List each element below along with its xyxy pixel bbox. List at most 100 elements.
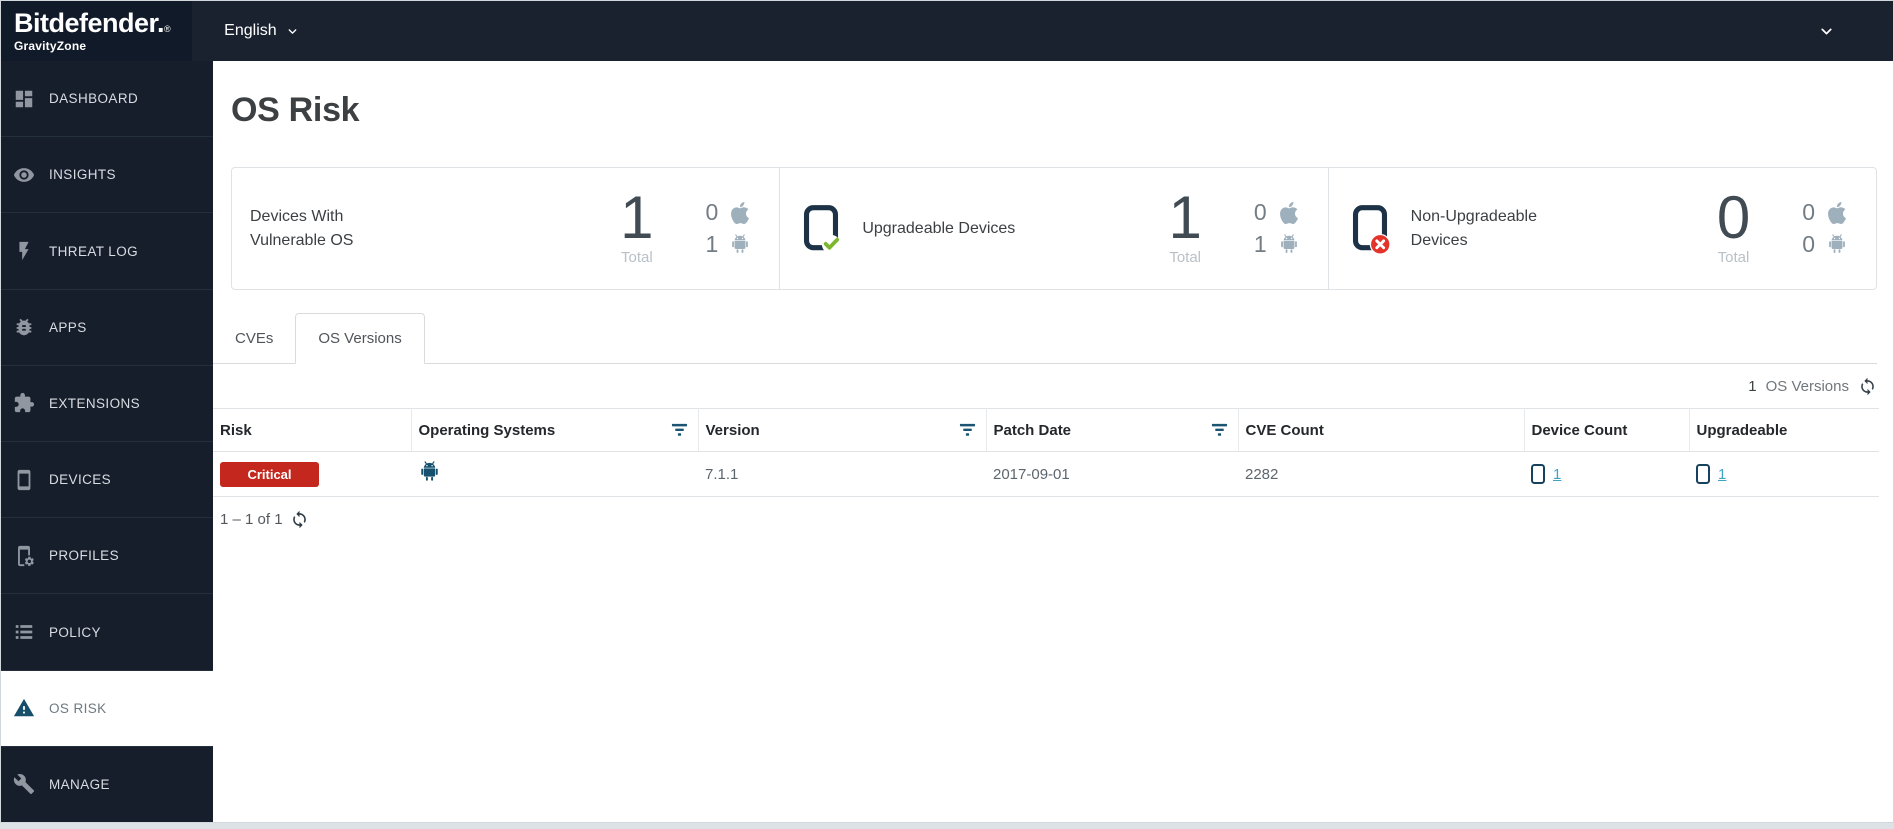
table-row[interactable]: Critical 7.1.1 2017-09-01 2282 1 1: [213, 451, 1879, 497]
sidebar-item-label: EXTENSIONS: [49, 395, 141, 411]
tablet-check-icon: [798, 201, 844, 257]
os-versions-table: Risk Operating Systems Version Patch Dat…: [213, 408, 1879, 497]
android-icon: [729, 233, 751, 256]
android-icon: [418, 460, 442, 485]
sidebar-item-policy[interactable]: POLICY: [1, 593, 213, 669]
pagination-range: 1 – 1 of 1: [220, 511, 283, 528]
sidebar-item-insights[interactable]: INSIGHTS: [1, 136, 213, 212]
apple-icon: [1826, 201, 1848, 224]
upgradeable-count-link[interactable]: 1: [1718, 466, 1726, 483]
total-label: Total: [1717, 249, 1750, 266]
column-header-upgradeable: Upgradeable: [1689, 408, 1879, 452]
card-label: Upgradeable Devices: [862, 219, 1016, 237]
apple-count: 0: [1253, 199, 1267, 225]
sidebar-item-extensions[interactable]: EXTENSIONS: [1, 364, 213, 441]
sidebar-item-label: MANAGE: [49, 776, 110, 792]
tablet-x-icon: [1347, 201, 1393, 257]
table-header-row: Risk Operating Systems Version Patch Dat…: [213, 408, 1879, 452]
total-count: 1: [1168, 184, 1202, 251]
apple-count: 0: [1802, 199, 1815, 225]
total-label: Total: [1169, 249, 1202, 266]
filter-icon[interactable]: [959, 423, 976, 437]
cell-version: 7.1.1: [698, 451, 986, 497]
cell-cve-count: 2282: [1238, 451, 1524, 497]
page-title: OS Risk: [231, 91, 360, 129]
list-icon: [12, 620, 36, 644]
column-header-version: Version: [698, 408, 987, 452]
sidebar-item-manage[interactable]: MANAGE: [1, 745, 213, 822]
wrench-icon: [12, 772, 36, 796]
tablet-gear-icon: [12, 544, 36, 568]
risk-badge: Critical: [220, 461, 319, 487]
os-versions-label: OS Versions: [1765, 378, 1849, 395]
tab-cves[interactable]: CVEs: [213, 313, 295, 363]
registered-mark: ®: [164, 23, 171, 34]
sidebar-item-os-risk[interactable]: OS RISK: [1, 669, 213, 746]
puzzle-icon: [12, 391, 36, 415]
app-window: Bitdefender.® GravityZone English DASHBO…: [0, 0, 1894, 823]
dashboard-icon: [12, 87, 36, 111]
list-summary: 1 OS Versions: [213, 377, 1877, 396]
card-non-upgradeable: Non-Upgradeable Devices 0 Total 0 0: [1327, 168, 1876, 289]
account-menu-toggle[interactable]: [1818, 23, 1835, 40]
column-header-cve-count: CVE Count: [1238, 408, 1525, 452]
android-count: 1: [1253, 231, 1267, 257]
cell-upgradeable: 1: [1689, 451, 1879, 497]
filter-icon[interactable]: [1211, 423, 1228, 437]
sidebar-item-threat-log[interactable]: THREAT LOG: [1, 212, 213, 288]
sidebar-item-label: PROFILES: [49, 548, 119, 564]
phone-icon: [1531, 464, 1545, 484]
chevron-down-icon: [1821, 28, 1832, 34]
total-label: Total: [621, 249, 653, 266]
sidebar-item-label: OS RISK: [49, 700, 107, 716]
apple-count: 0: [705, 199, 719, 225]
brand-logo: Bitdefender.® GravityZone: [1, 1, 193, 61]
card-label: Non-Upgradeable Devices: [1410, 207, 1537, 249]
sidebar-item-profiles[interactable]: PROFILES: [1, 517, 213, 593]
android-count: 1: [705, 231, 719, 257]
column-header-patch-date: Patch Date: [986, 408, 1239, 452]
language-label: English: [224, 22, 277, 39]
refresh-icon[interactable]: [290, 510, 309, 529]
sidebar-item-label: POLICY: [49, 624, 101, 640]
bug-icon: [12, 315, 36, 339]
cell-risk: Critical: [213, 451, 411, 497]
android-icon: [1826, 233, 1848, 256]
cell-operating-systems: [411, 451, 698, 497]
column-header-device-count: Device Count: [1524, 408, 1690, 452]
topbar: Bitdefender.® GravityZone English: [1, 1, 1893, 61]
card-vulnerable-os: Devices With Vulnerable OS 1 Total 0 1: [232, 168, 779, 289]
language-selector[interactable]: English: [224, 22, 298, 40]
total-count: 1: [620, 184, 654, 251]
smartphone-icon: [12, 468, 36, 492]
stat-cards-row: Devices With Vulnerable OS 1 Total 0 1 U…: [231, 167, 1877, 290]
android-icon: [1278, 233, 1300, 256]
cell-patch-date: 2017-09-01: [986, 451, 1238, 497]
device-count-link[interactable]: 1: [1553, 466, 1561, 483]
card-label: Devices With Vulnerable OS: [250, 207, 354, 249]
os-versions-count: 1: [1748, 378, 1757, 395]
pagination: 1 – 1 of 1: [220, 510, 1877, 529]
brand-name: Bitdefender.®: [14, 7, 171, 38]
column-header-operating-systems: Operating Systems: [411, 408, 699, 452]
lightning-icon: [12, 239, 36, 263]
tab-bar: CVEs OS Versions: [213, 313, 1877, 364]
tab-os-versions[interactable]: OS Versions: [295, 313, 425, 364]
sidebar-item-label: INSIGHTS: [49, 167, 116, 183]
main-layout: DASHBOARD INSIGHTS THREAT LOG APPS EXTEN…: [1, 61, 1893, 822]
brand-product: GravityZone: [14, 38, 87, 53]
sidebar-item-label: DASHBOARD: [49, 91, 139, 107]
sidebar-item-devices[interactable]: DEVICES: [1, 441, 213, 517]
cell-device-count: 1: [1524, 451, 1689, 497]
sidebar-item-label: APPS: [49, 319, 87, 335]
total-count: 0: [1716, 184, 1751, 251]
phone-icon: [1696, 464, 1710, 484]
sidebar-item-dashboard[interactable]: DASHBOARD: [1, 61, 213, 136]
sidebar-item-apps[interactable]: APPS: [1, 288, 213, 365]
chevron-down-icon: [288, 28, 297, 34]
apple-icon: [729, 201, 751, 224]
refresh-icon[interactable]: [1858, 377, 1877, 396]
sidebar-item-label: DEVICES: [49, 472, 112, 488]
card-upgradeable: Upgradeable Devices 1 Total 0 1: [779, 168, 1327, 289]
filter-icon[interactable]: [671, 423, 688, 437]
